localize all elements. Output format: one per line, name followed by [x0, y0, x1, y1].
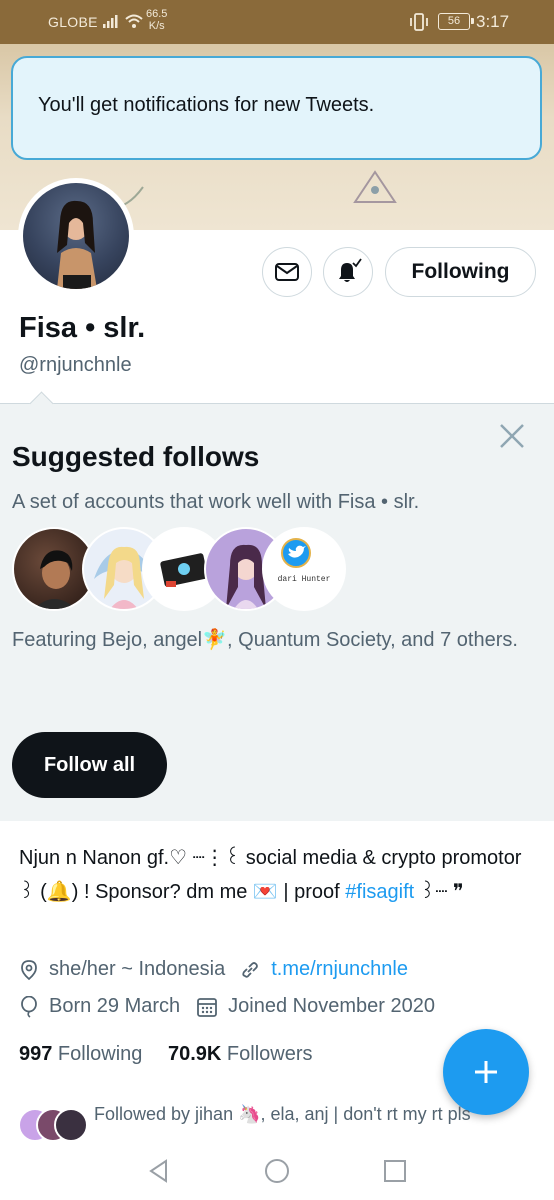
- balloon-icon: [21, 995, 37, 1018]
- calendar-icon: [197, 997, 218, 1017]
- display-name: Fisa • slr.: [19, 312, 146, 344]
- compose-tweet-button[interactable]: [443, 1029, 529, 1115]
- banner-doodle-icon: [353, 170, 397, 203]
- avatar[interactable]: [18, 178, 134, 294]
- suggested-description: A set of accounts that work well with Fi…: [12, 491, 420, 513]
- avatar-image: [23, 183, 129, 289]
- twitter-bird-icon: dari Hunter: [278, 538, 331, 584]
- status-bar: GLOBE 66.5 K/s 56 3:17: [0, 0, 554, 44]
- home-icon[interactable]: [264, 1158, 290, 1184]
- featuring-text: Featuring Bejo, angel🧚, Quantum Society,…: [12, 629, 518, 651]
- back-icon[interactable]: [146, 1158, 172, 1184]
- bio-tail: ꒱┈ ❞: [414, 881, 464, 903]
- profile-meta-dates-row: Born 29 March Joined November 2020: [19, 995, 435, 1018]
- suggested-avatar[interactable]: dari Hunter: [262, 527, 346, 611]
- clock: 3:17: [476, 12, 510, 31]
- profile-link[interactable]: t.me/rnjunchnle: [271, 958, 408, 981]
- follow-counts: 997 Following 70.9K Followers: [19, 1043, 313, 1066]
- user-handle: @rnjunchnle: [19, 354, 132, 376]
- location-pin-icon: [21, 959, 37, 980]
- card-notch: [29, 391, 54, 416]
- location-text: she/her ~ Indonesia: [49, 958, 226, 980]
- message-button[interactable]: [262, 247, 312, 297]
- close-icon[interactable]: [496, 420, 528, 452]
- suggested-follows-card: Suggested follows A set of accounts that…: [0, 391, 554, 821]
- following-button[interactable]: Following: [385, 247, 536, 297]
- face-caption: dari Hunter: [278, 575, 331, 584]
- suggested-avatars[interactable]: dari Hunter: [12, 527, 346, 611]
- battery-icon: 56: [438, 13, 474, 30]
- speed-value: 66.5: [146, 8, 168, 20]
- followed-by-avatar: [54, 1108, 88, 1142]
- bell-check-icon: [339, 258, 362, 282]
- notification-toast: You'll get notifications for new Tweets.: [11, 56, 542, 160]
- following-label: Following: [52, 1043, 143, 1065]
- profile-bio: Njun n Nanon gf.♡ ┈⋮꒰ social media & cry…: [19, 841, 539, 909]
- signal-icon: [103, 15, 118, 28]
- profile-meta-location-row: she/her ~ Indonesia t.me/rnjunchnle: [19, 958, 408, 981]
- avatar-portrait-icon: [57, 200, 97, 289]
- carrier-label: GLOBE: [48, 14, 98, 30]
- followers-label: Followers: [221, 1043, 313, 1065]
- envelope-icon: [275, 263, 299, 281]
- vibrate-icon: [410, 13, 428, 31]
- followed-by-avatars: [18, 1108, 90, 1142]
- following-count[interactable]: 997 Following: [19, 1043, 142, 1065]
- wifi-icon: [125, 14, 143, 28]
- following-number: 997: [19, 1043, 53, 1065]
- followers-number: 70.9K: [167, 1043, 222, 1065]
- system-nav-bar: [0, 1140, 554, 1200]
- followers-count[interactable]: 70.9K Followers: [168, 1043, 313, 1065]
- link-icon: [242, 961, 259, 978]
- follow-all-button[interactable]: Follow all: [12, 732, 167, 798]
- plus-icon: [475, 1061, 497, 1083]
- notifications-button[interactable]: [323, 247, 373, 297]
- bio-hashtag[interactable]: #fisagift: [345, 881, 414, 903]
- toast-message: You'll get notifications for new Tweets.: [38, 94, 375, 116]
- followed-by-text[interactable]: Followed by jihan 🦄, ela, anj | don't rt…: [94, 1104, 534, 1125]
- speed-unit: K/s: [148, 20, 165, 32]
- recents-icon[interactable]: [382, 1158, 408, 1184]
- joined-text: Joined November 2020: [228, 995, 435, 1017]
- network-speed: 66.5 K/s: [146, 8, 167, 32]
- suggested-title: Suggested follows: [12, 441, 260, 472]
- birthday-text: Born 29 March: [49, 995, 181, 1017]
